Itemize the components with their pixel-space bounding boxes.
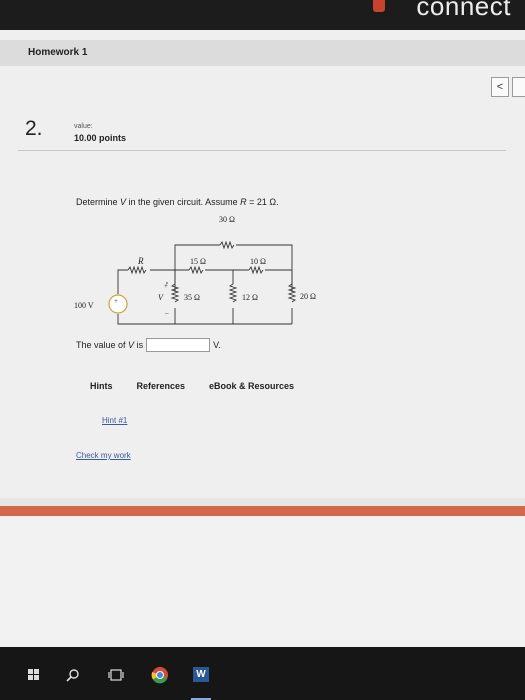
page-footer-area <box>0 516 525 647</box>
next-question-button[interactable] <box>512 77 525 97</box>
footer-band <box>0 498 525 506</box>
v-label: V <box>158 293 164 302</box>
v-plus: + <box>164 282 168 290</box>
answer-row: The value of V is V. <box>76 338 221 352</box>
source-label: 100 V <box>74 301 94 310</box>
r-mid-label: 12 Ω <box>242 293 258 302</box>
r-v-label: 35 Ω <box>184 293 200 302</box>
divider <box>18 150 506 151</box>
r2-label: 10 Ω <box>250 257 266 266</box>
value-label: value: <box>74 123 93 130</box>
taskbar: W <box>0 647 525 700</box>
chrome-icon[interactable] <box>151 666 169 684</box>
circuit-wires <box>117 240 297 325</box>
tab-hints[interactable]: Hints <box>90 381 113 391</box>
windows-start-icon[interactable] <box>28 669 39 680</box>
word-icon[interactable]: W <box>193 667 209 682</box>
app-top-bar: connect <box>0 0 525 30</box>
answer-input[interactable] <box>146 338 211 352</box>
brand-logo-mark <box>373 0 385 12</box>
voltage-source <box>108 294 128 314</box>
tab-references[interactable]: References <box>137 381 186 391</box>
r1-label: 15 Ω <box>190 257 206 266</box>
previous-question-button[interactable]: < <box>491 77 509 97</box>
v-minus: – <box>164 309 169 317</box>
r-label: R <box>137 256 144 266</box>
source-sign: + <box>114 297 118 305</box>
assignment-header: Homework 1 <box>0 40 525 66</box>
brand-logo: connect <box>416 0 511 21</box>
r-top-value: 30 Ω <box>219 215 235 224</box>
tab-ebook-resources[interactable]: eBook & Resources <box>209 381 294 391</box>
search-icon[interactable] <box>66 668 80 682</box>
accent-band <box>0 506 525 516</box>
question-prompt: Determine V in the given circuit. Assume… <box>76 197 279 207</box>
task-view-icon[interactable] <box>108 668 124 682</box>
question-points: 10.00 points <box>74 133 127 143</box>
hint-link[interactable]: Hint #1 <box>102 416 127 425</box>
assignment-title: Homework 1 <box>28 47 88 58</box>
check-my-work-link[interactable]: Check my work <box>76 451 131 460</box>
resource-tabs: Hints References eBook & Resources <box>90 381 318 391</box>
r-right-value: 20 Ω <box>300 292 316 301</box>
circuit-diagram: + 100 V R 15 Ω 10 Ω 35 Ω 12 Ω V + – <box>74 240 297 325</box>
question-number: 2. <box>25 117 43 140</box>
